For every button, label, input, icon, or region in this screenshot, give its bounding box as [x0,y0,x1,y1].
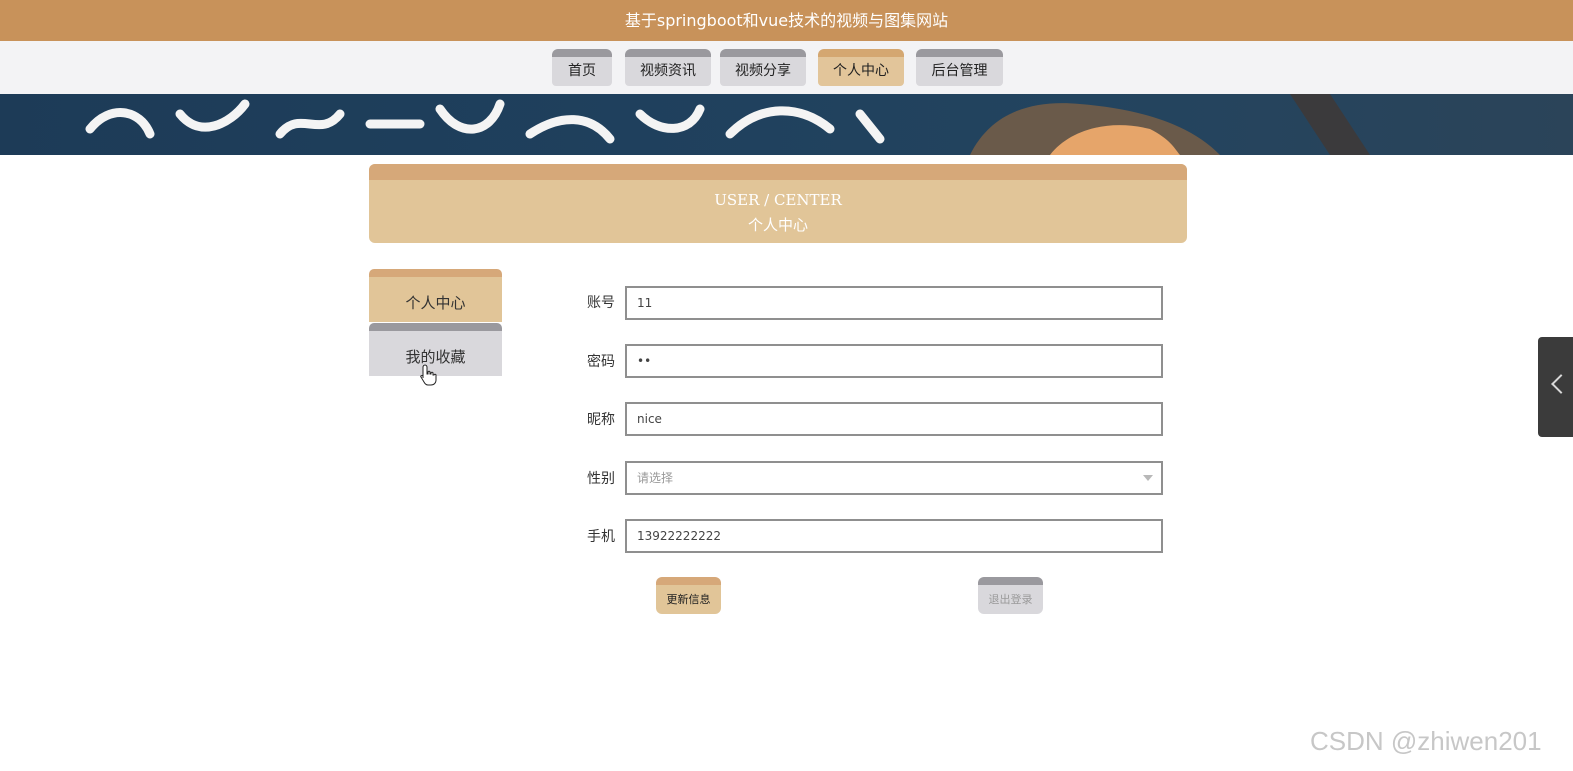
password-label: 密码 [587,354,615,370]
page-title-en: USER / CENTER [714,191,842,209]
sidebar-item-label: 个人中心 [405,294,466,312]
nickname-label: 昵称 [587,412,615,428]
watermark: CSDN @zhiwen201 [1310,726,1542,756]
nickname-input-value: nice [637,412,662,426]
nav-item-label: 后台管理 [931,63,988,79]
sidebar-item-user-center[interactable]: 个人中心 [369,269,502,322]
nav-item-user-center[interactable]: 个人中心 [818,49,904,86]
nav-item-label: 个人中心 [833,63,889,79]
account-input-value: 11 [637,296,653,310]
account-input[interactable]: 11 [625,286,1163,320]
page: 基于springboot和vue技术的视频与图集网站 首页 视频资讯 视频分享 … [0,0,1573,771]
phone-label: 手机 [587,529,615,545]
main-nav: 首页 视频资讯 视频分享 个人中心 后台管理 [0,41,1573,94]
banner-calligraphy-graphic [85,94,1370,155]
update-info-label: 更新信息 [666,593,711,606]
password-input[interactable]: •• [625,344,1163,378]
nav-item-label: 视频分享 [735,63,791,79]
nav-item-home[interactable]: 首页 [552,49,612,86]
account-label: 账号 [587,295,615,311]
side-panel-toggle[interactable] [1538,337,1573,437]
password-input-value: •• [637,354,652,368]
page-title-cn: 个人中心 [747,216,808,234]
gender-select[interactable]: 请选择 [625,461,1163,495]
nav-item-label: 首页 [568,63,596,79]
logout-label: 退出登录 [988,593,1033,606]
phone-input[interactable]: 13922222222 [625,519,1163,553]
site-title: 基于springboot和vue技术的视频与图集网站 [624,11,949,30]
logout-button[interactable]: 退出登录 [978,577,1043,614]
nickname-input[interactable]: nice [625,402,1163,436]
nav-item-video-news[interactable]: 视频资讯 [625,49,711,86]
caret-down-icon [1143,475,1153,481]
phone-input-value: 13922222222 [637,529,721,543]
gender-select-placeholder: 请选择 [637,471,674,485]
banner-image [0,94,1573,155]
nav-item-video-share[interactable]: 视频分享 [720,49,806,86]
hand-pointer-icon [420,364,437,386]
page-header-card: USER / CENTER 个人中心 [369,164,1187,243]
header-band [369,164,1187,180]
chevron-left-icon [1551,374,1571,394]
update-info-button[interactable]: 更新信息 [656,577,721,614]
gender-label: 性别 [587,471,615,487]
nav-item-admin[interactable]: 后台管理 [916,49,1003,86]
nav-item-label: 视频资讯 [640,63,696,79]
site-title-bar: 基于springboot和vue技术的视频与图集网站 [0,0,1573,41]
